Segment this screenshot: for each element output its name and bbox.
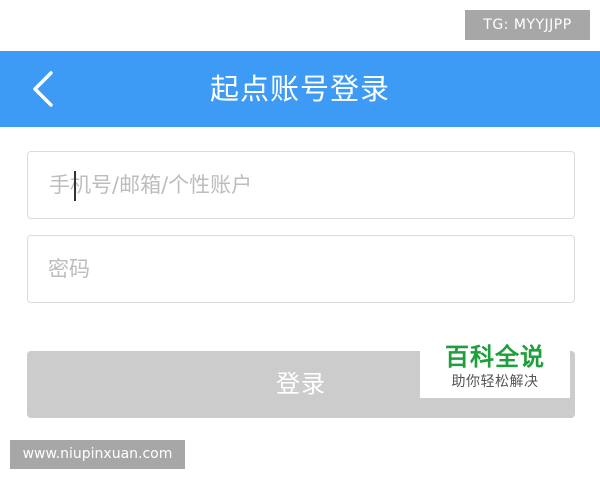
top-watermark: TG: MYYJJPP: [465, 10, 590, 40]
bottom-watermark: www.niupinxuan.com: [10, 440, 185, 469]
page-title: 起点账号登录: [209, 72, 390, 106]
account-field[interactable]: [27, 151, 575, 219]
baike-watermark-subtitle: 助你轻松解决: [451, 374, 539, 390]
baike-watermark-title: 百科全说: [445, 343, 545, 371]
password-input[interactable]: [28, 236, 574, 302]
header-bar: 起点账号登录: [0, 51, 600, 127]
password-field[interactable]: [27, 235, 575, 303]
account-input[interactable]: [28, 152, 574, 218]
baike-watermark: 百科全说 助你轻松解决: [420, 340, 570, 398]
text-caret: [74, 171, 76, 201]
